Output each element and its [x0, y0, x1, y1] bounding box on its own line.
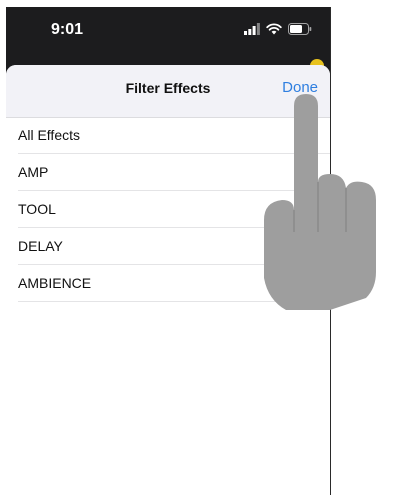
filter-item-label: TOOL	[18, 201, 56, 217]
status-time: 9:01	[51, 21, 84, 38]
battery-icon	[288, 22, 312, 40]
filter-item-label: DELAY	[18, 238, 63, 254]
status-bar: 9:01	[6, 7, 330, 57]
filter-item-label: All Effects	[18, 127, 80, 143]
status-icons	[244, 22, 312, 40]
wifi-icon	[266, 22, 282, 40]
filter-item-label: AMP	[18, 164, 49, 180]
cellular-signal-icon	[244, 22, 260, 40]
filter-item-label: AMBIENCE	[18, 275, 92, 291]
hand-pointer-icon	[258, 92, 406, 312]
